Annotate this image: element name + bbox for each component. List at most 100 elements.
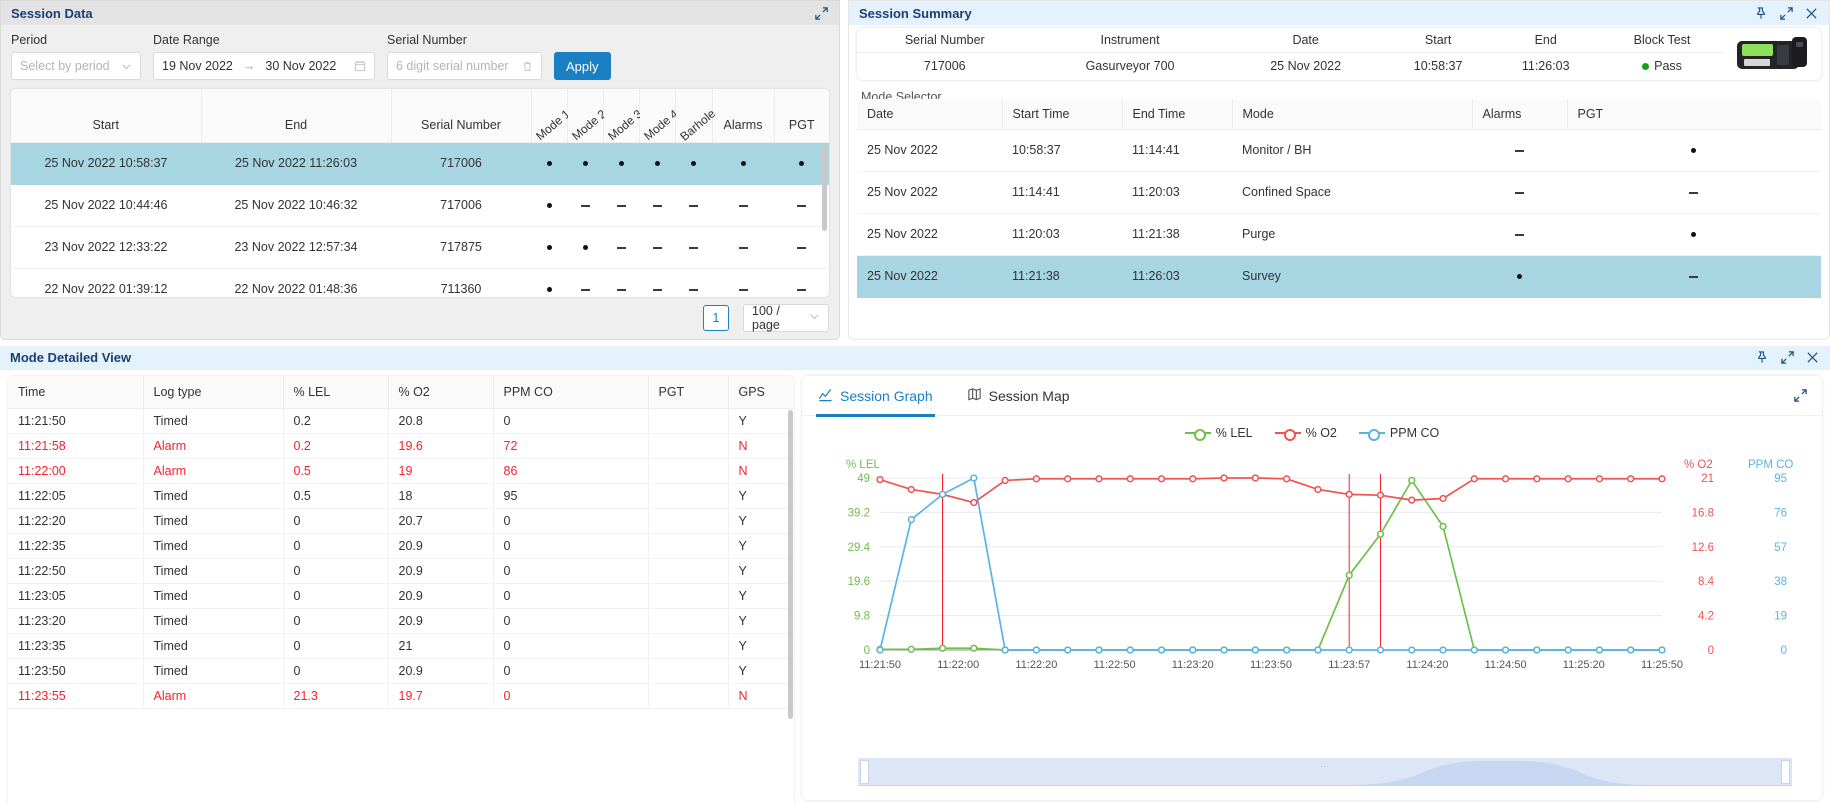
mode-detail-row[interactable]: 11:22:00 Alarm 0.5 19 86 N — [8, 458, 794, 483]
col-barhole[interactable]: Barhole — [676, 89, 712, 142]
svg-text:11:24:50: 11:24:50 — [1485, 659, 1527, 671]
cell-start: 10:58:37 — [1384, 52, 1493, 80]
col-o2[interactable]: % O2 — [388, 376, 493, 408]
chart-range-slider[interactable]: ⋯ — [858, 758, 1792, 786]
status-badge — [1642, 63, 1649, 70]
close-icon[interactable] — [1804, 6, 1819, 21]
cell-ppm-co: 86 — [493, 458, 648, 483]
pin-icon[interactable] — [1754, 6, 1769, 21]
session-data-panel: Session Data Period Select by period — [0, 0, 840, 340]
mode-detail-card: Time Log type % LEL % O2 PPM CO PGT GPS … — [8, 376, 794, 806]
serial-number-input[interactable]: 6 digit serial number — [387, 52, 542, 80]
col-alarms[interactable]: Alarms — [1472, 99, 1567, 129]
cell-log-type: Timed — [143, 533, 283, 558]
col-mode-3[interactable]: Mode 3 — [603, 89, 639, 142]
col-alarms[interactable]: Alarms — [712, 89, 774, 142]
tab-session-graph[interactable]: Session Graph — [816, 376, 935, 416]
dash-marker — [653, 205, 662, 207]
legend-item-1[interactable]: % O2 — [1275, 426, 1337, 440]
dot-marker — [655, 161, 660, 166]
dash-marker — [581, 205, 590, 207]
clear-icon[interactable] — [522, 61, 533, 72]
mode-selector-body: 25 Nov 2022 10:58:37 11:14:41 Monitor / … — [857, 129, 1821, 297]
dot-marker — [1691, 148, 1696, 153]
mode-detail-row[interactable]: 11:21:58 Alarm 0.2 19.6 72 N — [8, 433, 794, 458]
expand-icon[interactable] — [1793, 388, 1808, 403]
table-row[interactable]: 23 Nov 2022 12:33:22 23 Nov 2022 12:57:3… — [11, 226, 829, 268]
mode-selector-row[interactable]: 25 Nov 2022 10:58:37 11:14:41 Monitor / … — [857, 129, 1821, 171]
cell-flag-4 — [676, 184, 712, 226]
col-ppm-co[interactable]: PPM CO — [493, 376, 648, 408]
mode-detail-scrollbar[interactable] — [788, 410, 793, 806]
mode-detail-row[interactable]: 11:23:55 Alarm 21.3 19.7 0 N — [8, 683, 794, 708]
cell-pgt — [648, 508, 728, 533]
col-pgt[interactable]: PGT — [774, 89, 829, 142]
col-pgt[interactable]: PGT — [648, 376, 728, 408]
table-row[interactable]: 25 Nov 2022 10:58:37 25 Nov 2022 11:26:0… — [11, 142, 829, 184]
apply-button[interactable]: Apply — [554, 52, 611, 80]
line-chart-icon — [818, 387, 833, 405]
dot-marker — [691, 161, 696, 166]
close-icon[interactable] — [1805, 350, 1820, 365]
mode-detail-row[interactable]: 11:22:50 Timed 0 20.9 0 Y — [8, 558, 794, 583]
svg-text:11:23:20: 11:23:20 — [1172, 659, 1214, 671]
col-start[interactable]: Start — [11, 89, 201, 142]
expand-icon[interactable] — [1779, 6, 1794, 21]
col-serial-number[interactable]: Serial Number — [391, 89, 531, 142]
tab-session-map[interactable]: Session Map — [965, 376, 1072, 416]
col-log-type[interactable]: Log type — [143, 376, 283, 408]
col-mode[interactable]: Mode — [1232, 99, 1472, 129]
mode-detail-row[interactable]: 11:21:50 Timed 0.2 20.8 0 Y — [8, 408, 794, 433]
col-serial-number: Serial Number — [857, 28, 1033, 52]
table-row[interactable]: 22 Nov 2022 01:39:12 22 Nov 2022 01:48:3… — [11, 268, 829, 297]
cell-log-type: Alarm — [143, 458, 283, 483]
mode-detail-row[interactable]: 11:22:35 Timed 0 20.9 0 Y — [8, 533, 794, 558]
expand-icon[interactable] — [814, 6, 829, 21]
date-range-input[interactable]: 19 Nov 2022 → 30 Nov 2022 — [153, 52, 375, 80]
col-end-time[interactable]: End Time — [1122, 99, 1232, 129]
legend-item-2[interactable]: PPM CO — [1359, 426, 1439, 440]
col-time[interactable]: Time — [8, 376, 143, 408]
mode-detail-row[interactable]: 11:23:05 Timed 0 20.9 0 Y — [8, 583, 794, 608]
cell-alarms — [1472, 255, 1567, 297]
cell-flag-3 — [640, 184, 676, 226]
pin-icon[interactable] — [1755, 350, 1770, 365]
svg-text:% LEL: % LEL — [846, 459, 880, 471]
col-end[interactable]: End — [201, 89, 391, 142]
table-header-row: Start End Serial Number Mode 1 Mode 2 Mo… — [11, 89, 829, 142]
cell-ppm-co: 72 — [493, 433, 648, 458]
legend-item-0[interactable]: % LEL — [1185, 426, 1253, 440]
mode-detail-row[interactable]: 11:23:35 Timed 0 21 0 Y — [8, 633, 794, 658]
session-graph-svg[interactable]: 0009.84.21919.68.43829.412.65739.216.876… — [802, 444, 1812, 694]
session-data-scrollbar[interactable] — [822, 145, 827, 293]
mode-selector-row[interactable]: 25 Nov 2022 11:14:41 11:20:03 Confined S… — [857, 171, 1821, 213]
col-pgt[interactable]: PGT — [1567, 99, 1821, 129]
page-size-select[interactable]: 100 / page — [743, 304, 829, 332]
cell-log-type: Timed — [143, 633, 283, 658]
expand-icon[interactable] — [1780, 350, 1795, 365]
period-select[interactable]: Select by period — [11, 52, 141, 80]
mode-selector-row[interactable]: 25 Nov 2022 11:20:03 11:21:38 Purge — [857, 213, 1821, 255]
mode-detail-row[interactable]: 11:22:20 Timed 0 20.7 0 Y — [8, 508, 794, 533]
mode-detail-row[interactable]: 11:23:50 Timed 0 20.9 0 Y — [8, 658, 794, 683]
cell-gps: Y — [728, 658, 794, 683]
mode-detail-row[interactable]: 11:23:20 Timed 0 20.9 0 Y — [8, 608, 794, 633]
col-gps[interactable]: GPS — [728, 376, 794, 408]
cell-gps: Y — [728, 508, 794, 533]
slider-handle-right[interactable] — [1781, 760, 1790, 784]
cell-lel: 0 — [283, 608, 388, 633]
page-number-1[interactable]: 1 — [703, 305, 729, 331]
col-start-time[interactable]: Start Time — [1002, 99, 1122, 129]
table-row[interactable]: 25 Nov 2022 10:44:46 25 Nov 2022 10:46:3… — [11, 184, 829, 226]
slider-handle-left[interactable] — [860, 760, 869, 784]
col-lel[interactable]: % LEL — [283, 376, 388, 408]
mode-detail-row[interactable]: 11:22:05 Timed 0.5 18 95 Y — [8, 483, 794, 508]
col-mode-2[interactable]: Mode 2 — [567, 89, 603, 142]
col-mode-1[interactable]: Mode 1 — [531, 89, 567, 142]
col-mode-4[interactable]: Mode 4 — [640, 89, 676, 142]
cell-flag-4 — [676, 142, 712, 184]
mode-selector-row[interactable]: 25 Nov 2022 11:21:38 11:26:03 Survey — [857, 255, 1821, 297]
cell-log-type: Alarm — [143, 683, 283, 708]
col-date[interactable]: Date — [857, 99, 1002, 129]
dot-marker — [619, 161, 624, 166]
